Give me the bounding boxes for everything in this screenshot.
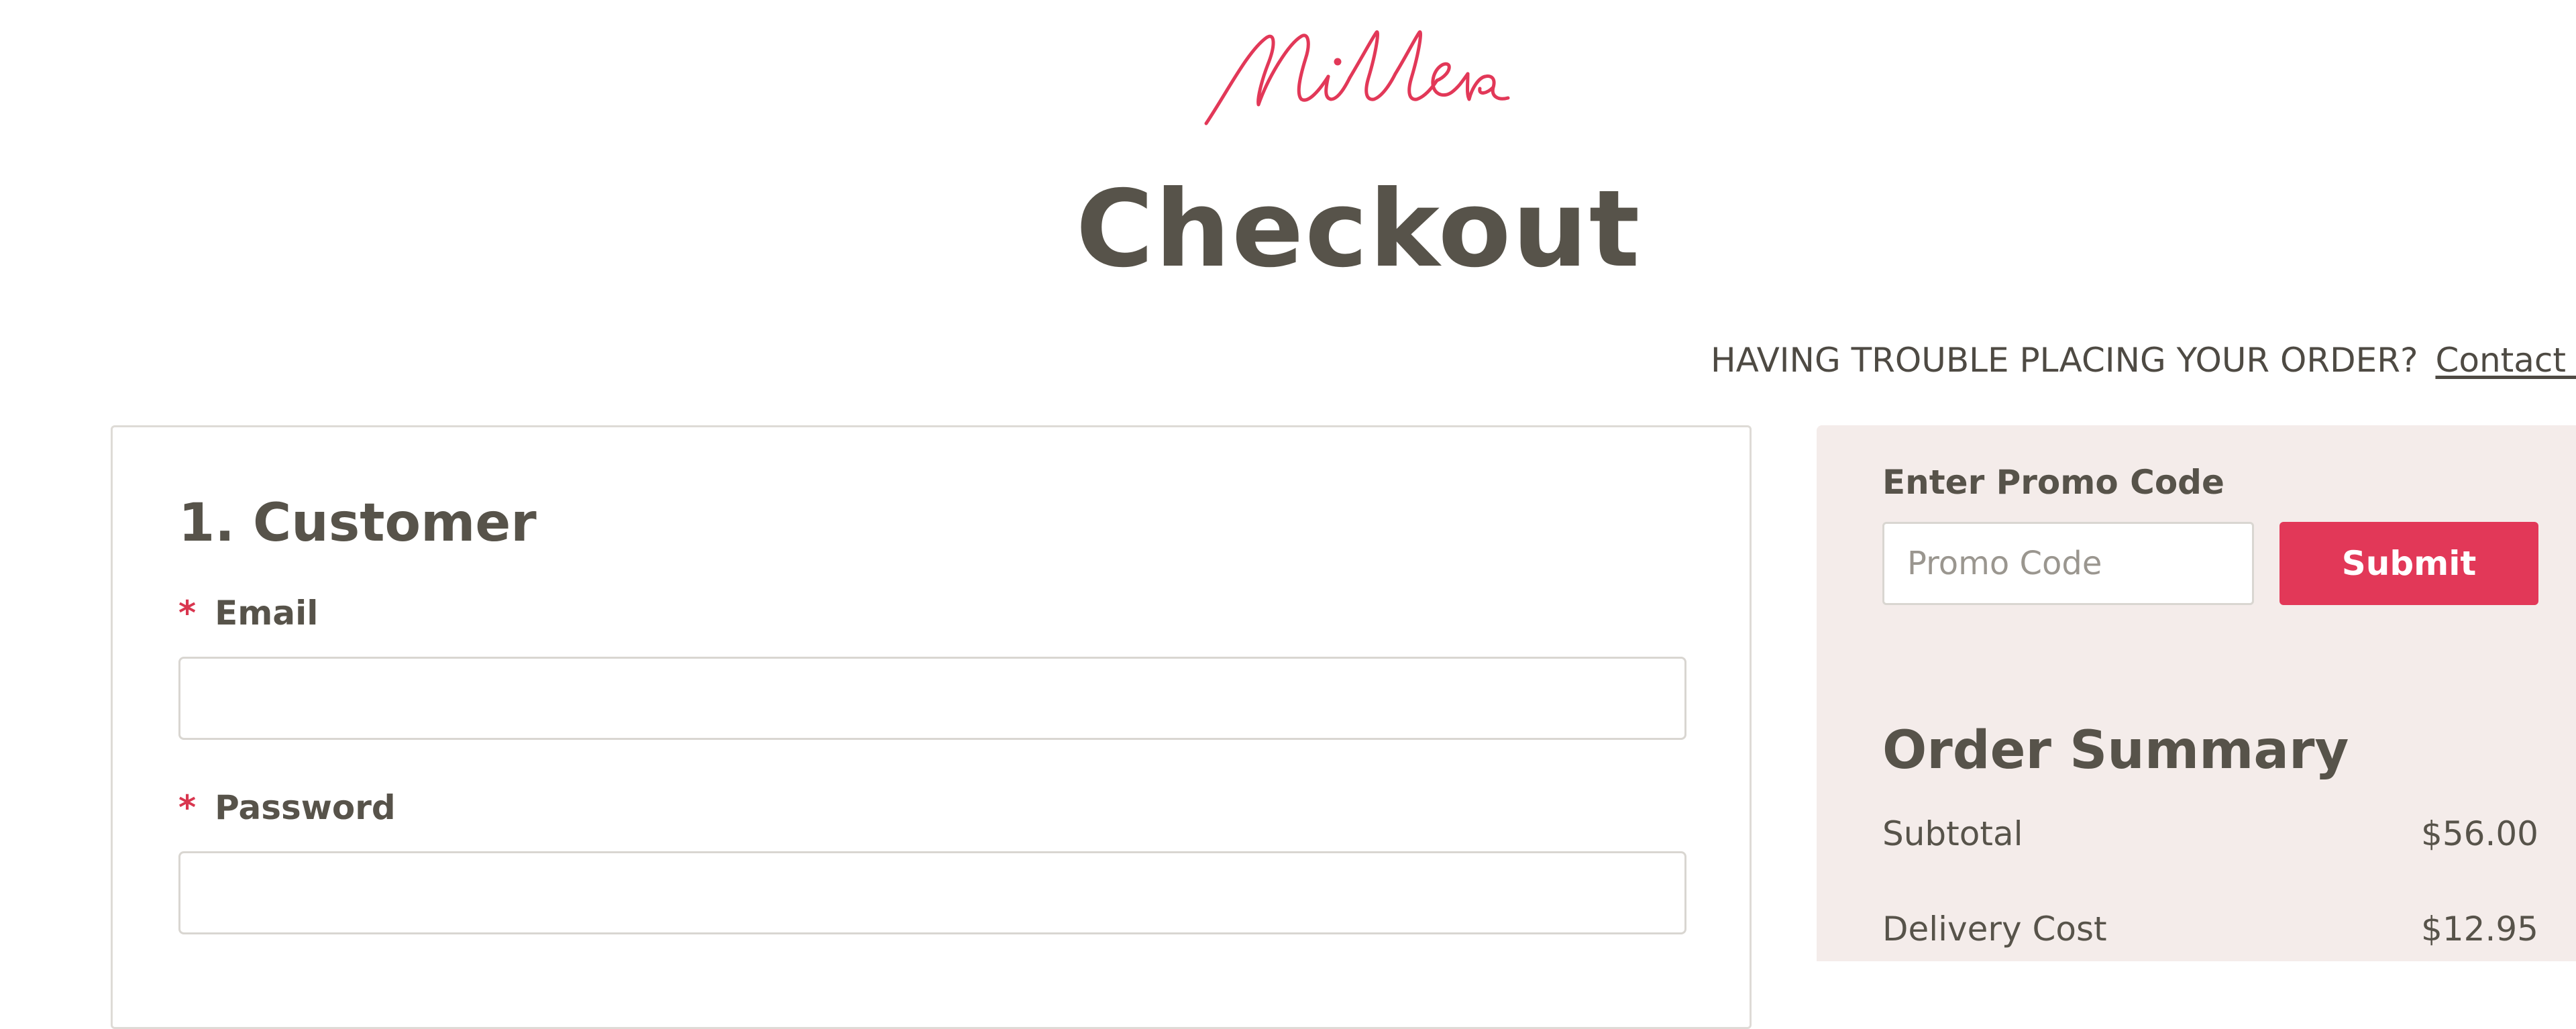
promo-submit-button[interactable]: Submit [2279,522,2538,605]
contact-us-link[interactable]: Contact Us [2435,341,2576,380]
summary-row-subtotal: Subtotal $56.00 [1882,814,2538,853]
brand-logo[interactable] [1201,24,1513,131]
promo-code-input[interactable] [1882,522,2254,605]
email-label-text: Email [215,594,319,633]
email-label: * Email [178,594,318,633]
order-sidebar: Enter Promo Code Submit Order Summary Su… [1817,425,2576,961]
help-bar: HAVING TROUBLE PLACING YOUR ORDER? Conta… [1711,341,2576,380]
password-label: * Password [178,788,396,827]
customer-section-title: 1. Customer [178,493,537,553]
promo-code-label: Enter Promo Code [1882,463,2224,502]
millers-script-logo-icon [1204,30,1510,125]
order-summary-title: Order Summary [1882,720,2349,781]
required-marker: * [178,594,197,633]
summary-row-value: $12.95 [2421,910,2538,949]
page-title: Checkout [1075,168,1642,291]
email-input[interactable] [178,657,1686,740]
password-input[interactable] [178,851,1686,934]
customer-section: 1. Customer * Email * Password [111,425,1752,1029]
summary-row-value: $56.00 [2421,814,2538,853]
required-marker: * [178,788,197,827]
summary-row-label: Delivery Cost [1882,910,2107,949]
summary-row-label: Subtotal [1882,814,2023,853]
password-label-text: Password [215,788,396,827]
help-text: HAVING TROUBLE PLACING YOUR ORDER? [1711,341,2418,380]
summary-row-delivery: Delivery Cost $12.95 [1882,910,2538,949]
